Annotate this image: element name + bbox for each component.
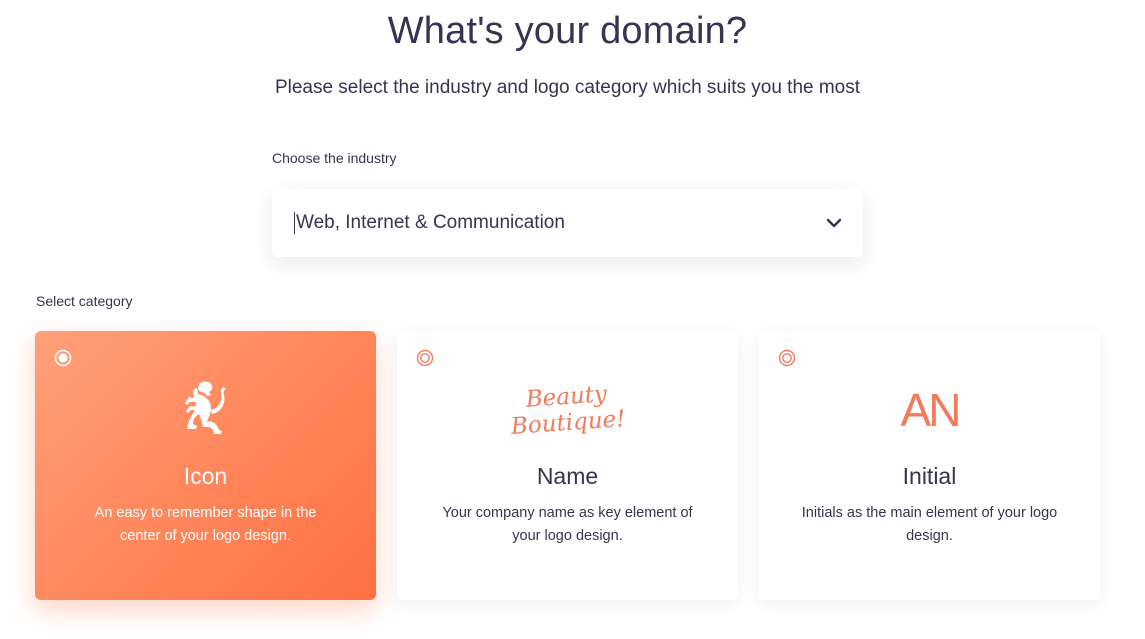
industry-select[interactable]: Web, Internet & Communication [272,189,863,257]
card-description: An easy to remember shape in the center … [94,505,317,544]
page-subtitle: Please select the industry and logo cate… [274,77,861,98]
initial-logo-sample: AN [759,375,1100,445]
page-title: What's your domain? [387,10,748,52]
card-description: Initials as the main element of your log… [801,505,1058,544]
radio-unselected-icon[interactable] [778,349,796,367]
category-label: Select category [36,293,133,309]
industry-selected-value: Web, Internet & Communication [294,212,825,234]
lion-icon [35,375,376,445]
page: What's your domain? Please select the in… [0,0,1145,639]
category-card-name[interactable]: Beauty Boutique! Name Your company name … [397,331,738,600]
industry-label: Choose the industry [272,150,397,166]
category-card-icon[interactable]: Icon An easy to remember shape in the ce… [35,331,376,600]
card-title: Name [536,463,599,489]
name-logo-sample: Beauty Boutique! [397,375,738,445]
category-card-initial[interactable]: AN Initial Initials as the main element … [759,331,1100,600]
chevron-down-icon [825,214,843,232]
card-description: Your company name as key element of your… [442,505,693,544]
radio-selected-icon[interactable] [54,349,72,367]
initial-logo-text: AN [900,384,962,436]
card-title: Initial [902,463,957,489]
radio-unselected-icon[interactable] [416,349,434,367]
card-title: Icon [183,463,228,489]
